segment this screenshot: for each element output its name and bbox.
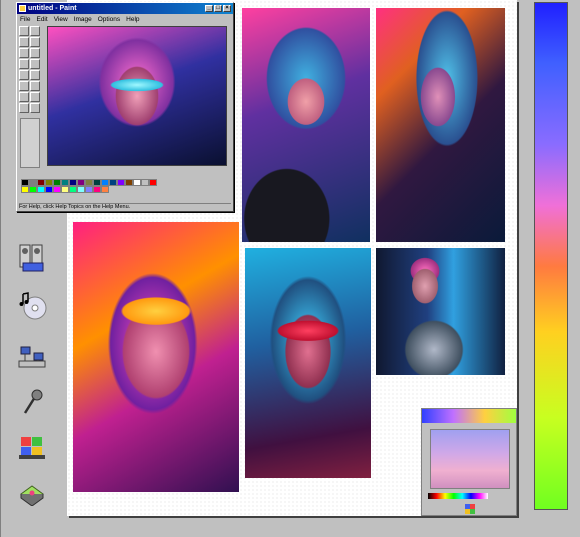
- cyberpunk-girl-visor-image[interactable]: [47, 26, 227, 166]
- menu-image[interactable]: Image: [74, 16, 92, 23]
- picker-tool[interactable]: [19, 48, 29, 58]
- color-palette: [21, 179, 161, 193]
- microphone-icon[interactable]: [15, 385, 49, 419]
- palette-swatch[interactable]: [77, 179, 85, 186]
- desktop-icon-column: [1, 230, 63, 530]
- cyborg-woman-image[interactable]: [376, 248, 505, 375]
- neon-catwoman-image[interactable]: [242, 8, 370, 242]
- media-player-icon[interactable]: [15, 240, 49, 274]
- palette-swatch[interactable]: [93, 186, 101, 193]
- palette-swatch[interactable]: [21, 179, 29, 186]
- palette-swatch[interactable]: [29, 179, 37, 186]
- fill-tool[interactable]: [30, 37, 40, 47]
- text-tool[interactable]: [30, 70, 40, 80]
- palette-swatch[interactable]: [149, 179, 157, 186]
- ellipse-tool[interactable]: [19, 103, 29, 113]
- paint-menubar: File Edit View Image Options Help: [17, 14, 233, 24]
- palette-swatch[interactable]: [45, 186, 53, 193]
- palette-swatch[interactable]: [109, 179, 117, 186]
- desktop: untitled - Paint _ □ × File Edit View Im…: [0, 0, 580, 537]
- rounded-rect-tool[interactable]: [30, 103, 40, 113]
- curve-tool[interactable]: [30, 81, 40, 91]
- palette-swatch[interactable]: [85, 186, 93, 193]
- close-button[interactable]: ×: [223, 5, 231, 12]
- palette-swatch[interactable]: [53, 179, 61, 186]
- paint-window[interactable]: untitled - Paint _ □ × File Edit View Im…: [16, 2, 234, 212]
- palette-swatch[interactable]: [45, 179, 53, 186]
- palette-swatch[interactable]: [133, 179, 141, 186]
- paint-app-icon: [19, 5, 26, 12]
- mini-paint-window[interactable]: [421, 408, 517, 516]
- toolbox: [19, 26, 43, 176]
- palette-swatch[interactable]: [69, 179, 77, 186]
- palette-swatch[interactable]: [69, 186, 77, 193]
- android-profile-image[interactable]: [376, 8, 505, 242]
- status-bar: For Help, click Help Topics on the Help …: [19, 203, 231, 211]
- eraser-tool[interactable]: [19, 37, 29, 47]
- palette-swatch[interactable]: [101, 179, 109, 186]
- palette-swatch[interactable]: [93, 179, 101, 186]
- palette-swatch[interactable]: [53, 186, 61, 193]
- palette-swatch[interactable]: [37, 186, 45, 193]
- palette-swatch[interactable]: [141, 179, 149, 186]
- palette-swatch[interactable]: [37, 179, 45, 186]
- menu-view[interactable]: View: [54, 16, 68, 23]
- maximize-button[interactable]: □: [214, 5, 222, 12]
- mini-gradient-header: [422, 409, 516, 423]
- paint-title: untitled - Paint: [28, 5, 77, 12]
- paint-titlebar[interactable]: untitled - Paint _ □ ×: [17, 3, 233, 14]
- free-select-tool[interactable]: [19, 26, 29, 36]
- menu-edit[interactable]: Edit: [36, 16, 47, 23]
- red-glasses-girl-image[interactable]: [245, 248, 371, 478]
- palette-swatch[interactable]: [117, 179, 125, 186]
- menu-options[interactable]: Options: [98, 16, 120, 23]
- select-tool[interactable]: [30, 26, 40, 36]
- rectangle-tool[interactable]: [19, 92, 29, 102]
- mini-canvas: [430, 429, 510, 489]
- polygon-tool[interactable]: [30, 92, 40, 102]
- menu-file[interactable]: File: [20, 16, 30, 23]
- cd-player-icon[interactable]: [15, 288, 49, 322]
- pencil-tool[interactable]: [19, 59, 29, 69]
- palette-swatch[interactable]: [125, 179, 133, 186]
- windows-logo-icon[interactable]: [15, 430, 49, 464]
- minimize-button[interactable]: _: [205, 5, 213, 12]
- airbrush-tool[interactable]: [19, 70, 29, 80]
- palette-swatch[interactable]: [101, 186, 109, 193]
- color-gradient-bar: [534, 2, 568, 510]
- palette-swatch[interactable]: [61, 179, 69, 186]
- palette-swatch[interactable]: [85, 179, 93, 186]
- palette-swatch[interactable]: [21, 186, 29, 193]
- brush-tool[interactable]: [30, 59, 40, 69]
- palette-swatch[interactable]: [29, 186, 37, 193]
- menu-help[interactable]: Help: [126, 16, 139, 23]
- drive-icon[interactable]: [15, 475, 49, 509]
- yellow-goggles-girl-image[interactable]: [73, 222, 239, 492]
- mini-palette: [428, 493, 488, 499]
- magnifier-tool[interactable]: [30, 48, 40, 58]
- network-icon[interactable]: [15, 340, 49, 374]
- palette-swatch[interactable]: [77, 186, 85, 193]
- tool-options-box[interactable]: [20, 118, 40, 168]
- palette-swatch[interactable]: [61, 186, 69, 193]
- line-tool[interactable]: [19, 81, 29, 91]
- windows-flag-icon: [465, 504, 475, 514]
